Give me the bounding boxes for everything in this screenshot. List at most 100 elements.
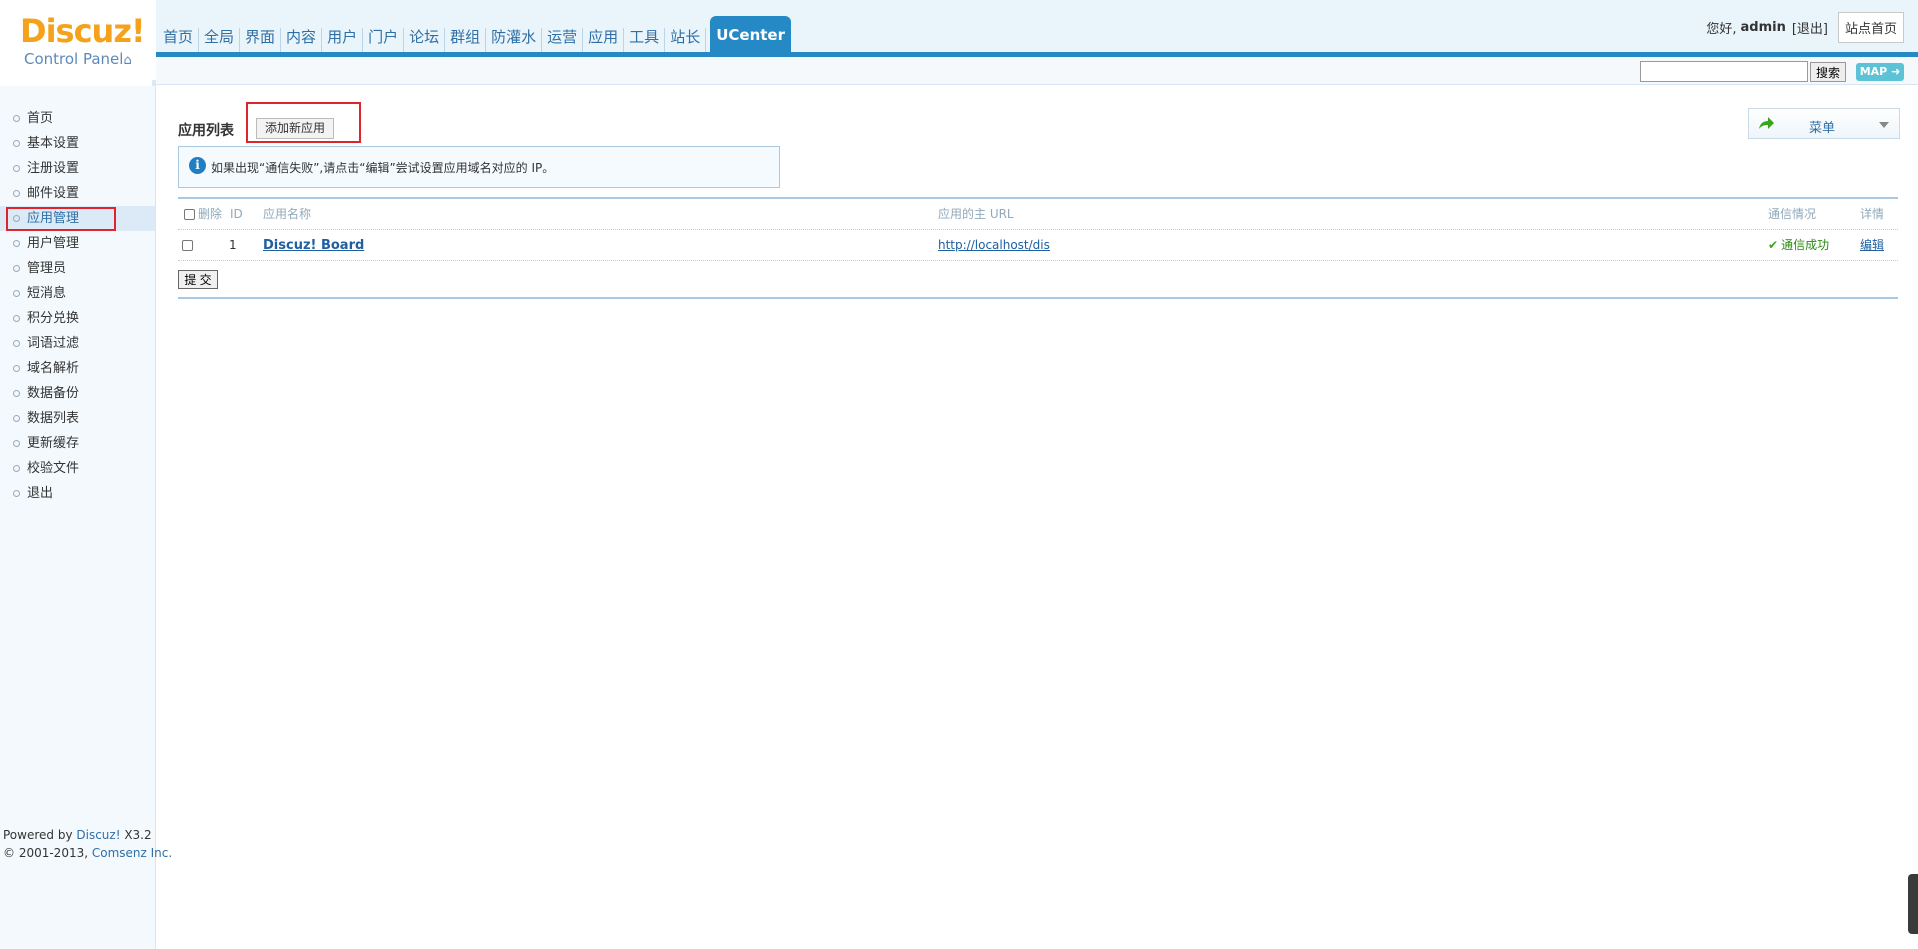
nav-portal[interactable]: 门户: [363, 28, 405, 52]
nav-admin[interactable]: 站长: [665, 28, 707, 52]
sidebar-item-data-list[interactable]: 数据列表: [0, 406, 155, 431]
logo[interactable]: Discuz! Control Panel⌂: [0, 0, 156, 80]
sidebar-item-label: 更新缓存: [27, 436, 80, 451]
sidebar-item-word-filter[interactable]: 词语过滤: [0, 331, 155, 356]
sidebar-item-label: 基本设置: [27, 136, 80, 151]
greeting-text: 您好,: [1706, 22, 1737, 37]
company-link[interactable]: Comsenz Inc.: [92, 846, 172, 860]
site-home-button[interactable]: 站点首页: [1837, 12, 1904, 43]
nav-tools[interactable]: 工具: [624, 28, 666, 52]
menu-label: 菜单: [1809, 121, 1836, 136]
add-app-button[interactable]: 添加新应用: [256, 118, 335, 139]
bullet-icon: [13, 390, 20, 397]
chevron-down-icon: [1879, 122, 1889, 128]
logo-subtitle-text: Control Panel: [24, 50, 124, 68]
nav-home[interactable]: 首页: [158, 28, 200, 52]
powered-by: Powered by Discuz! X3.2: [3, 826, 172, 844]
sidebar-item-label: 校验文件: [27, 461, 80, 476]
bullet-icon: [13, 315, 20, 322]
select-all-checkbox[interactable]: [184, 209, 195, 220]
sidebar-item-register-settings[interactable]: 注册设置: [0, 156, 155, 181]
header-url: 应用的主 URL: [938, 207, 1014, 221]
sidebar-item-data-backup[interactable]: 数据备份: [0, 381, 155, 406]
share-arrow-icon: [1759, 117, 1774, 129]
app-name-link[interactable]: Discuz! Board: [263, 230, 364, 261]
table-row: 1 Discuz! Board http://localhost/dis ✔ 通信…: [178, 230, 1898, 261]
search-input[interactable]: [1640, 61, 1808, 82]
sidebar-item-home[interactable]: 首页: [0, 106, 155, 131]
table-header-row: 删除 ID 应用名称 应用的主 URL 通信情况 详情: [178, 199, 1898, 230]
bullet-icon: [13, 490, 20, 497]
sidebar-item-update-cache[interactable]: 更新缓存: [0, 431, 155, 456]
sidebar-item-verify-files[interactable]: 校验文件: [0, 456, 155, 481]
sidebar-item-label: 数据列表: [27, 411, 80, 426]
app-url-link[interactable]: http://localhost/dis: [938, 230, 1050, 261]
sidebar-item-messages[interactable]: 短消息: [0, 281, 155, 306]
nav-forum[interactable]: 论坛: [404, 28, 446, 52]
sidebar-item-administrators[interactable]: 管理员: [0, 256, 155, 281]
search-bar: 搜索 MAP ➜: [156, 57, 1918, 85]
bullet-icon: [13, 140, 20, 147]
nav-anti-spam[interactable]: 防灌水: [486, 28, 543, 52]
sidebar-item-user-management[interactable]: 用户管理: [0, 231, 155, 256]
copyright: © 2001-2013, Comsenz Inc.: [3, 844, 172, 862]
header-id: ID: [230, 207, 243, 221]
sidebar-item-label: 注册设置: [27, 161, 80, 176]
map-button[interactable]: MAP ➜: [1856, 63, 1904, 81]
sidebar-item-credit-exchange[interactable]: 积分兑换: [0, 306, 155, 331]
sidebar-item-label: 用户管理: [27, 236, 80, 251]
sidebar-item-mail-settings[interactable]: 邮件设置: [0, 181, 155, 206]
discuz-link[interactable]: Discuz!: [76, 828, 120, 842]
header-detail: 详情: [1860, 207, 1885, 221]
header: 首页 全局 界面 内容 用户 门户 论坛 群组 防灌水 运营 应用 工具 站长 …: [0, 0, 1918, 54]
submit-button[interactable]: 提 交: [178, 270, 218, 289]
sidebar-item-label: 数据备份: [27, 386, 80, 401]
sidebar-menu: 首页 基本设置 注册设置 邮件设置 应用管理 用户管理 管理员 短消息 积分兑换…: [0, 86, 155, 506]
row-checkbox[interactable]: [182, 240, 193, 251]
sidebar-item-label: 词语过滤: [27, 336, 80, 351]
bullet-icon: [13, 215, 20, 222]
nav-groups[interactable]: 群组: [445, 28, 487, 52]
sidebar-item-basic-settings[interactable]: 基本设置: [0, 131, 155, 156]
tip-box: i 如果出现“通信失败”,请点击“编辑”尝试设置应用域名对应的 IP。: [178, 146, 780, 188]
bullet-icon: [13, 265, 20, 272]
user-area: 您好, admin [退出] 站点首页: [1706, 12, 1904, 43]
nav-global[interactable]: 全局: [199, 28, 241, 52]
nav-apps[interactable]: 应用: [583, 28, 625, 52]
sidebar-item-logout[interactable]: 退出: [0, 481, 155, 506]
nav-content[interactable]: 内容: [281, 28, 323, 52]
menu-dropdown[interactable]: 菜单: [1748, 108, 1900, 139]
sidebar-item-domain-resolution[interactable]: 域名解析: [0, 356, 155, 381]
copyright-prefix: © 2001-2013,: [3, 846, 92, 860]
nav-interface[interactable]: 界面: [240, 28, 282, 52]
bullet-icon: [13, 365, 20, 372]
search-button[interactable]: 搜索: [1810, 62, 1846, 82]
header-delete: 删除: [198, 207, 223, 221]
top-nav: 首页 全局 界面 内容 用户 门户 论坛 群组 防灌水 运营 应用 工具 站长 …: [158, 16, 791, 52]
nav-ucenter[interactable]: UCenter: [710, 16, 791, 52]
bullet-icon: [13, 290, 20, 297]
logout-link[interactable]: [退出]: [1792, 18, 1828, 37]
highlight-box: [6, 207, 116, 231]
check-icon: ✔: [1768, 238, 1779, 252]
sidebar-item-app-management[interactable]: 应用管理: [0, 206, 155, 231]
header-status: 通信情况: [1768, 207, 1817, 221]
nav-users[interactable]: 用户: [322, 28, 364, 52]
sidebar-item-label: 积分兑换: [27, 311, 80, 326]
bullet-icon: [13, 165, 20, 172]
side-widget[interactable]: [1908, 874, 1918, 934]
page-title: 应用列表: [178, 123, 234, 139]
sidebar: 首页 基本设置 注册设置 邮件设置 应用管理 用户管理 管理员 短消息 积分兑换…: [0, 86, 156, 949]
edit-link[interactable]: 编辑: [1860, 230, 1884, 261]
info-icon: i: [189, 157, 206, 174]
sidebar-item-label: 管理员: [27, 261, 67, 276]
bullet-icon: [13, 240, 20, 247]
bullet-icon: [13, 190, 20, 197]
logo-brand: Discuz!: [20, 12, 146, 50]
app-table: 删除 ID 应用名称 应用的主 URL 通信情况 详情 1 Discuz! Bo…: [178, 197, 1898, 261]
row-id: 1: [229, 238, 237, 252]
header-name: 应用名称: [263, 207, 312, 221]
status-text: 通信成功: [1781, 238, 1830, 252]
nav-operations[interactable]: 运营: [542, 28, 584, 52]
status-cell: ✔ 通信成功: [1768, 230, 1829, 261]
